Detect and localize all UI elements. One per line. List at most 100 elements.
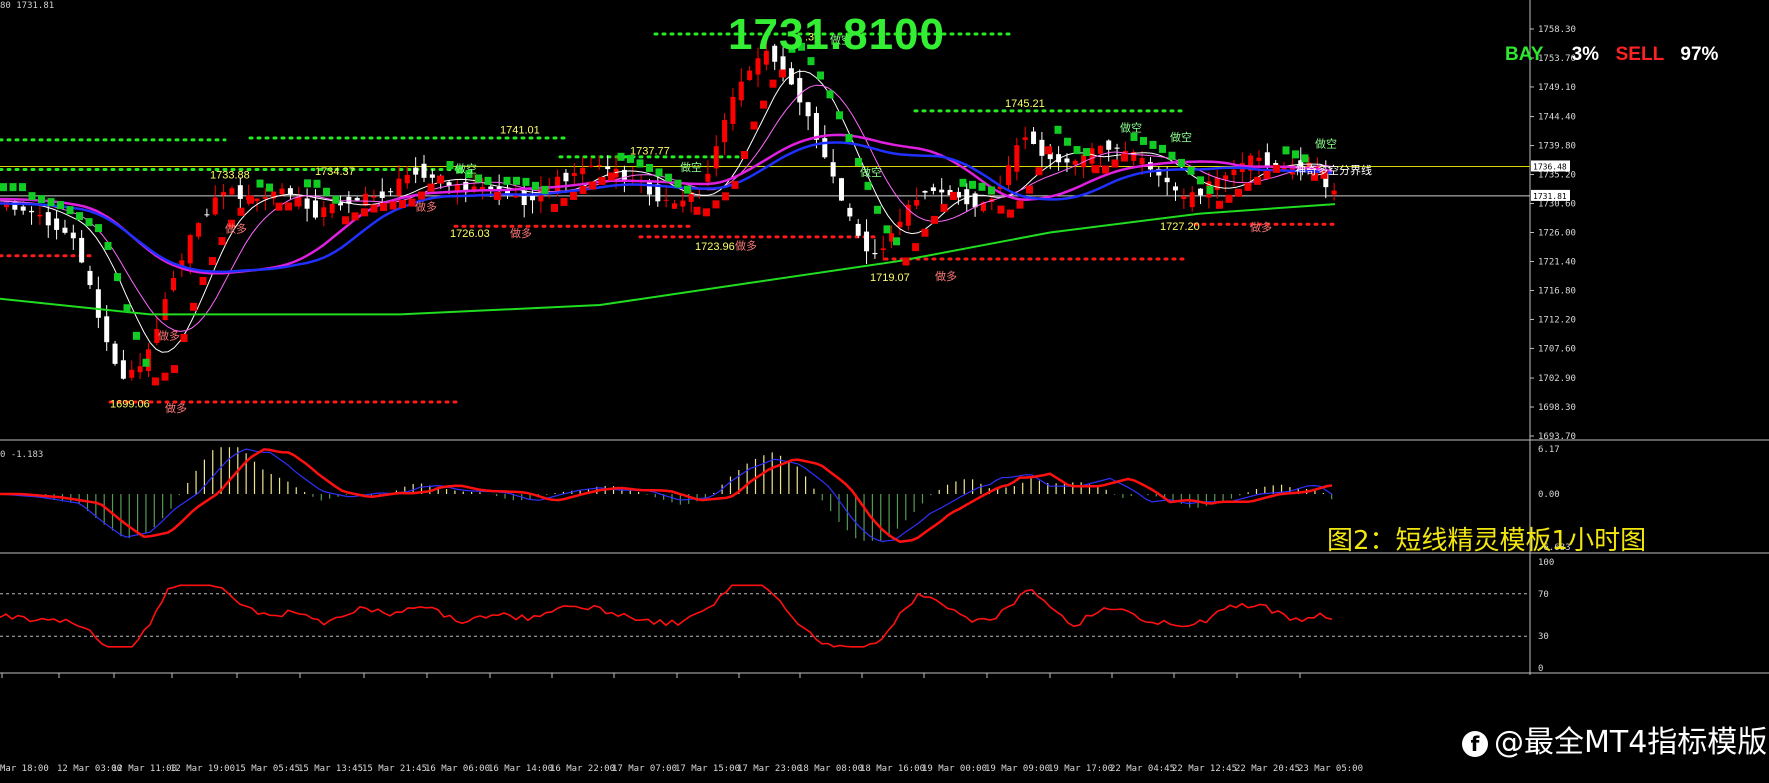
y-tick-label: 1730.60 — [1538, 200, 1576, 210]
trend-block — [1026, 185, 1033, 194]
trend-block — [351, 212, 359, 221]
trend-block — [541, 185, 549, 194]
sell-percent: 97% — [1680, 44, 1719, 65]
candle-body — [1264, 152, 1270, 167]
trend-block — [1083, 148, 1090, 157]
candle-body — [1173, 186, 1178, 191]
sell-label: SELL — [1615, 44, 1664, 65]
long-signal-tag: 做多 — [158, 329, 180, 343]
candle-body — [29, 210, 35, 213]
candle-body — [1006, 165, 1011, 185]
trend-block — [997, 205, 1005, 214]
short-signal-tag: 做空 — [1170, 130, 1192, 144]
y-tick-label: 1758.30 — [1538, 25, 1576, 35]
candle-body — [196, 223, 202, 237]
trend-block — [864, 181, 872, 190]
rsi-y-tick: 30 — [1538, 632, 1549, 642]
candle-body — [914, 199, 920, 206]
trend-block — [855, 157, 862, 166]
trend-block — [874, 205, 881, 214]
candle-body — [555, 176, 561, 192]
trend-block — [950, 191, 957, 200]
trend-block — [66, 206, 74, 215]
trend-block — [133, 331, 140, 340]
time-axis-label: 12 Mar 11:00 — [112, 764, 177, 774]
candle-body — [1231, 169, 1237, 176]
y-tick-label: 1712.20 — [1538, 315, 1576, 325]
candle-body — [672, 203, 677, 209]
trend-block — [655, 168, 663, 177]
time-axis-label: 19 Mar 17:00 — [1048, 764, 1113, 774]
time-axis-label: 22 Mar 20:45 — [1235, 764, 1300, 774]
trend-block — [731, 180, 739, 189]
candle-body — [1198, 188, 1204, 196]
candle-body — [421, 163, 427, 178]
trend-block — [418, 191, 425, 200]
y-tick-label: 1693.70 — [1538, 432, 1576, 442]
long-signal-tag: 做多 — [935, 269, 957, 283]
trend-block — [1254, 176, 1261, 185]
divider-line-label: 神奇多空分界线 — [1295, 163, 1372, 177]
candle-body — [229, 188, 235, 195]
candle-body — [747, 70, 753, 80]
bay-percent: 3% — [1571, 44, 1600, 65]
watermark: f @最全MT4指标模版 — [1462, 717, 1767, 761]
time-axis-label: 15 Mar 21:45 — [362, 764, 427, 774]
candle-body — [596, 164, 602, 166]
price-peak-label: 1737.77 — [630, 145, 670, 157]
trend-block — [1206, 185, 1214, 194]
time-axis-label: 19 Mar 09:00 — [985, 764, 1050, 774]
candle-body — [396, 178, 402, 196]
time-axis-label: 22 Mar 12:45 — [1172, 764, 1237, 774]
candle-body — [329, 203, 335, 214]
candle-body — [663, 199, 669, 201]
time-axis-label: 12 Mar 19:00 — [170, 764, 235, 774]
candle-body — [722, 119, 728, 143]
trend-block — [180, 333, 188, 342]
buy-sell-ratio: BAY 3% SELL 97% — [1505, 44, 1718, 66]
candle-body — [1072, 160, 1078, 165]
candle-body — [204, 214, 210, 216]
trend-block — [674, 179, 682, 188]
y-tick-label: 1749.10 — [1538, 83, 1576, 93]
candle-body — [221, 192, 227, 196]
candle-body — [730, 96, 736, 124]
candle-body — [1214, 177, 1220, 190]
short-signal-tag: 做空 — [1120, 121, 1142, 135]
candle-body — [1164, 177, 1170, 183]
candle-body — [20, 206, 26, 211]
trend-block — [1149, 140, 1157, 149]
candle-body — [129, 369, 135, 378]
candle-body — [79, 237, 85, 263]
candle-body — [797, 78, 803, 103]
time-axis-label: 18 Mar 08:00 — [798, 764, 863, 774]
trend-block — [218, 237, 226, 246]
trend-block — [285, 202, 292, 211]
brand-logo-icon: f — [1462, 730, 1488, 757]
trend-block — [28, 192, 36, 201]
trend-block — [912, 243, 919, 252]
candle-body — [571, 173, 577, 177]
trend-block — [1007, 209, 1014, 218]
candle-body — [237, 185, 243, 199]
price-peak-label: 1733.88 — [210, 169, 250, 181]
long-signal-tag: 做多 — [225, 222, 247, 236]
time-axis-label: 23 Mar 05:00 — [1298, 764, 1363, 774]
candle-body — [1106, 140, 1112, 150]
trend-block — [247, 195, 254, 204]
trend-block — [1244, 182, 1252, 191]
y-tick-label: 1716.80 — [1538, 286, 1576, 296]
candle-body — [1097, 145, 1103, 154]
trend-block — [342, 216, 349, 225]
mt4-chart-window[interactable]: 1758.30 1753.70 1749.10 1744.40 1739.80 1735.… — [0, 0, 1769, 783]
y-tick-label: 1726.00 — [1538, 229, 1576, 239]
candle-body — [755, 58, 761, 75]
candle-body — [162, 299, 168, 321]
macd-y-tick: 0.00 — [1538, 490, 1560, 500]
price-tag-current: 1731.81 — [1533, 192, 1567, 201]
chart-canvas[interactable]: 1758.301753.701749.101744.401739.801735.… — [0, 0, 1769, 783]
trend-block — [513, 176, 520, 185]
candle-body — [1139, 158, 1145, 165]
price-tag-upper: 1736.48 — [1533, 162, 1567, 171]
trend-block — [152, 377, 159, 386]
